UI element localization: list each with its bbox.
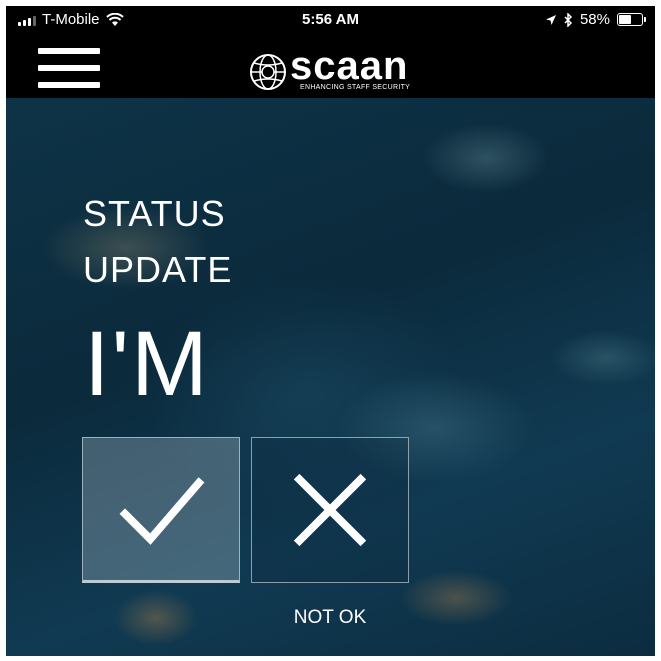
bluetooth-icon (564, 12, 573, 27)
battery-percent: 58% (579, 11, 610, 28)
status-bar: T-Mobile 5:56 AM 58% (6, 6, 655, 34)
not-ok-button[interactable] (251, 437, 409, 583)
battery-icon (617, 13, 646, 26)
x-icon (293, 473, 367, 547)
hamburger-menu-icon[interactable] (38, 48, 100, 88)
app-header: scaan ENHANCING STAFF SECURITY (6, 34, 655, 98)
battery-fill (619, 15, 631, 24)
checkmark-icon (119, 477, 205, 545)
app-screen: T-Mobile 5:56 AM 58% scaan ENHANCING STA… (6, 6, 655, 656)
page-title-line-2: UPDATE (83, 249, 233, 290)
status-subject: I'M (84, 313, 210, 415)
logo-tagline: ENHANCING STAFF SECURITY (300, 84, 411, 91)
app-logo: scaan ENHANCING STAFF SECURITY (248, 44, 428, 94)
logo-wordmark: scaan (290, 44, 409, 88)
not-ok-label: NOT OK (293, 607, 367, 628)
globe-logo-icon (250, 54, 286, 90)
status-bar-right: 58% (545, 11, 646, 28)
ok-button[interactable] (82, 437, 240, 583)
page-title-line-1: STATUS (83, 193, 226, 234)
location-arrow-icon (545, 14, 556, 25)
